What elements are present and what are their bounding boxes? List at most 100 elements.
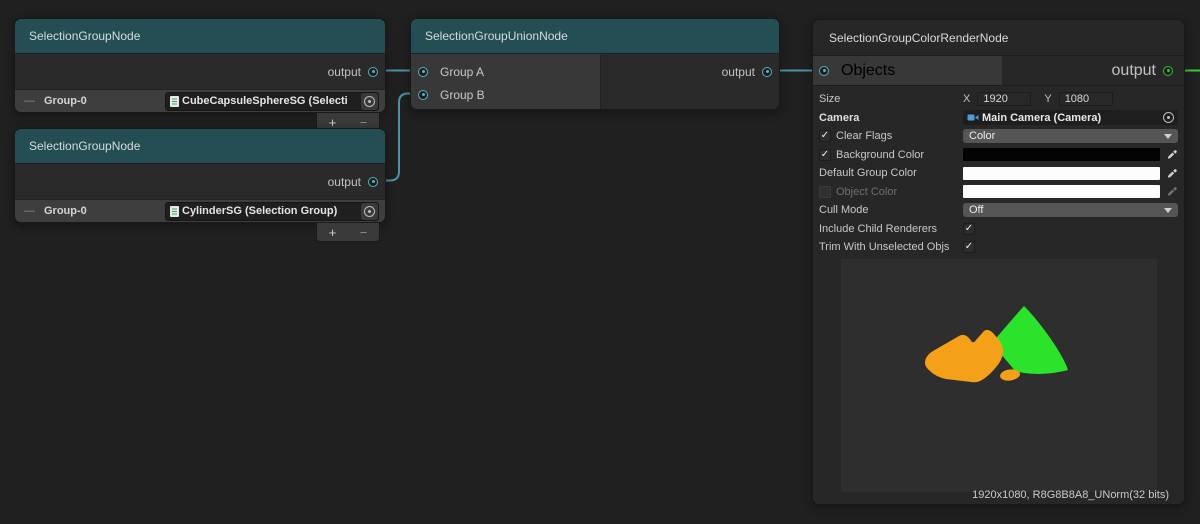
row-clear-flags: ✓ Clear Flags Color — [819, 127, 1178, 146]
input-row-objects: Objects — [813, 56, 1002, 85]
port-dot-icon — [766, 70, 769, 73]
output-port[interactable] — [762, 67, 772, 77]
group-name-label: Group-0 — [44, 205, 87, 217]
green-shape — [991, 306, 1068, 374]
port-dot-icon — [372, 180, 375, 183]
object-picker-icon[interactable] — [1163, 112, 1174, 123]
node-body: SelectionGroupNode output — Group-0 Cube… — [14, 18, 386, 113]
node-selection-group-1[interactable]: SelectionGroupNode output — Group-0 Cube… — [14, 18, 386, 132]
object-picker-button[interactable] — [361, 203, 378, 220]
object-field-value: CubeCapsuleSphereSG (Selecti — [182, 95, 361, 107]
node-selection-group-color-render[interactable]: SelectionGroupColorRenderNode Objects ou… — [812, 19, 1185, 505]
node-body: SelectionGroupNode output — Group-0 Cyli… — [14, 128, 386, 223]
size-y-label: Y — [1044, 93, 1051, 105]
add-group-button[interactable]: + — [317, 223, 348, 241]
output-port[interactable] — [368, 67, 378, 77]
object-picker-icon — [364, 206, 375, 217]
background-color-swatch[interactable] — [963, 148, 1160, 161]
node-selection-group-2[interactable]: SelectionGroupNode output — Group-0 Cyli… — [14, 128, 386, 242]
drag-handle-icon[interactable]: — — [24, 205, 35, 217]
camera-field-value: Main Camera (Camera) — [982, 112, 1160, 124]
input-port-label: Group B — [440, 88, 485, 102]
output-port-label: output — [328, 175, 361, 189]
render-texture-caption: 1920x1080, R8G8B8A8_UNorm(32 bits) — [972, 489, 1169, 501]
camera-object-field[interactable]: Main Camera (Camera) — [963, 110, 1178, 125]
clear-flags-dropdown[interactable]: Color — [963, 129, 1178, 143]
node-title-bar[interactable]: SelectionGroupUnionNode — [411, 19, 779, 54]
object-color-checkbox[interactable] — [819, 186, 831, 198]
size-label: Size — [819, 93, 840, 105]
port-dot-icon — [422, 93, 425, 96]
object-picker-icon — [364, 96, 375, 107]
output-row: output — [15, 54, 385, 89]
camera-icon — [967, 113, 979, 122]
node-selection-group-union[interactable]: SelectionGroupUnionNode Group A Group B … — [410, 18, 780, 110]
input-port-group-b[interactable] — [418, 90, 428, 100]
node-port-section: Group A Group B output — [411, 54, 779, 109]
row-background-color: ✓ Background Color — [819, 146, 1178, 165]
row-include-child-renderers: Include Child Renderers ✓ — [819, 220, 1178, 239]
output-port[interactable] — [1163, 66, 1173, 76]
default-group-color-label: Default Group Color — [819, 167, 917, 179]
chevron-down-icon — [1164, 208, 1172, 213]
cull-mode-value: Off — [969, 204, 983, 216]
object-picker-button[interactable] — [361, 93, 378, 110]
camera-label: Camera — [819, 112, 859, 124]
size-y-field[interactable]: 1080 — [1059, 92, 1113, 106]
row-cull-mode: Cull Mode Off — [819, 201, 1178, 220]
object-color-label: Object Color — [836, 186, 897, 198]
port-dot-icon — [1167, 69, 1170, 72]
node-title-bar[interactable]: SelectionGroupColorRenderNode — [813, 20, 1184, 56]
clear-flags-value: Color — [969, 130, 995, 142]
preview-image — [841, 259, 1157, 492]
node-title-bar[interactable]: SelectionGroupNode — [15, 129, 385, 164]
size-x-field[interactable]: 1920 — [977, 92, 1031, 106]
trim-with-unselected-objs-label: Trim With Unselected Objs — [819, 241, 949, 253]
node-port-section: Objects output — [813, 56, 1184, 86]
port-dot-icon — [372, 70, 375, 73]
trim-with-unselected-objs-checkbox[interactable]: ✓ — [963, 241, 975, 253]
default-group-color-swatch[interactable] — [963, 167, 1160, 180]
size-x-label: X — [963, 93, 970, 105]
node-title-bar[interactable]: SelectionGroupNode — [15, 19, 385, 54]
output-row: output — [1002, 56, 1184, 85]
row-trim-with-unselected-objs: Trim With Unselected Objs ✓ — [819, 238, 1178, 257]
eyedropper-icon[interactable] — [1164, 166, 1178, 180]
input-port-objects[interactable] — [819, 66, 829, 76]
input-row-group-a: Group A — [411, 60, 600, 83]
clear-flags-label: Clear Flags — [836, 130, 892, 142]
output-port-label: output — [1112, 62, 1156, 80]
node-title: SelectionGroupNode — [29, 139, 140, 153]
cull-mode-dropdown[interactable]: Off — [963, 203, 1178, 217]
input-port-group-a[interactable] — [418, 67, 428, 77]
selection-group-object-field[interactable]: CubeCapsuleSphereSG (Selecti — [165, 92, 379, 111]
eyedropper-icon[interactable] — [1164, 148, 1178, 162]
port-dot-icon — [823, 69, 826, 72]
background-color-checkbox[interactable]: ✓ — [819, 149, 831, 161]
node-title: SelectionGroupUnionNode — [425, 29, 568, 43]
remove-group-button[interactable]: − — [348, 223, 379, 241]
group-row: — Group-0 CubeCapsuleSphereSG (Selecti — [15, 89, 385, 112]
group-name-label: Group-0 — [44, 95, 87, 107]
row-size: Size X 1920 Y 1080 — [819, 90, 1178, 109]
output-row: output — [15, 164, 385, 199]
clear-flags-checkbox[interactable]: ✓ — [819, 130, 831, 142]
scriptable-object-icon — [170, 206, 179, 217]
output-port[interactable] — [368, 177, 378, 187]
background-color-label: Background Color — [836, 149, 924, 161]
eyedropper-icon — [1164, 185, 1178, 199]
render-texture-preview — [841, 259, 1157, 492]
include-child-renderers-checkbox[interactable]: ✓ — [963, 223, 975, 235]
object-field-value: CylinderSG (Selection Group) — [182, 205, 361, 217]
inspector: Size X 1920 Y 1080 Camera Main Camera (C… — [813, 86, 1184, 257]
node-title: SelectionGroupColorRenderNode — [829, 31, 1008, 45]
selection-group-object-field[interactable]: CylinderSG (Selection Group) — [165, 202, 379, 221]
input-port-label: Group A — [440, 65, 484, 79]
input-ports-section: Group A Group B — [411, 54, 601, 109]
object-color-swatch — [963, 185, 1160, 198]
group-row: — Group-0 CylinderSG (Selection Group) — [15, 199, 385, 222]
drag-handle-icon[interactable]: — — [24, 95, 35, 107]
list-size-controls: + − — [316, 223, 380, 242]
row-default-group-color: Default Group Color — [819, 164, 1178, 183]
input-row-group-b: Group B — [411, 83, 600, 106]
